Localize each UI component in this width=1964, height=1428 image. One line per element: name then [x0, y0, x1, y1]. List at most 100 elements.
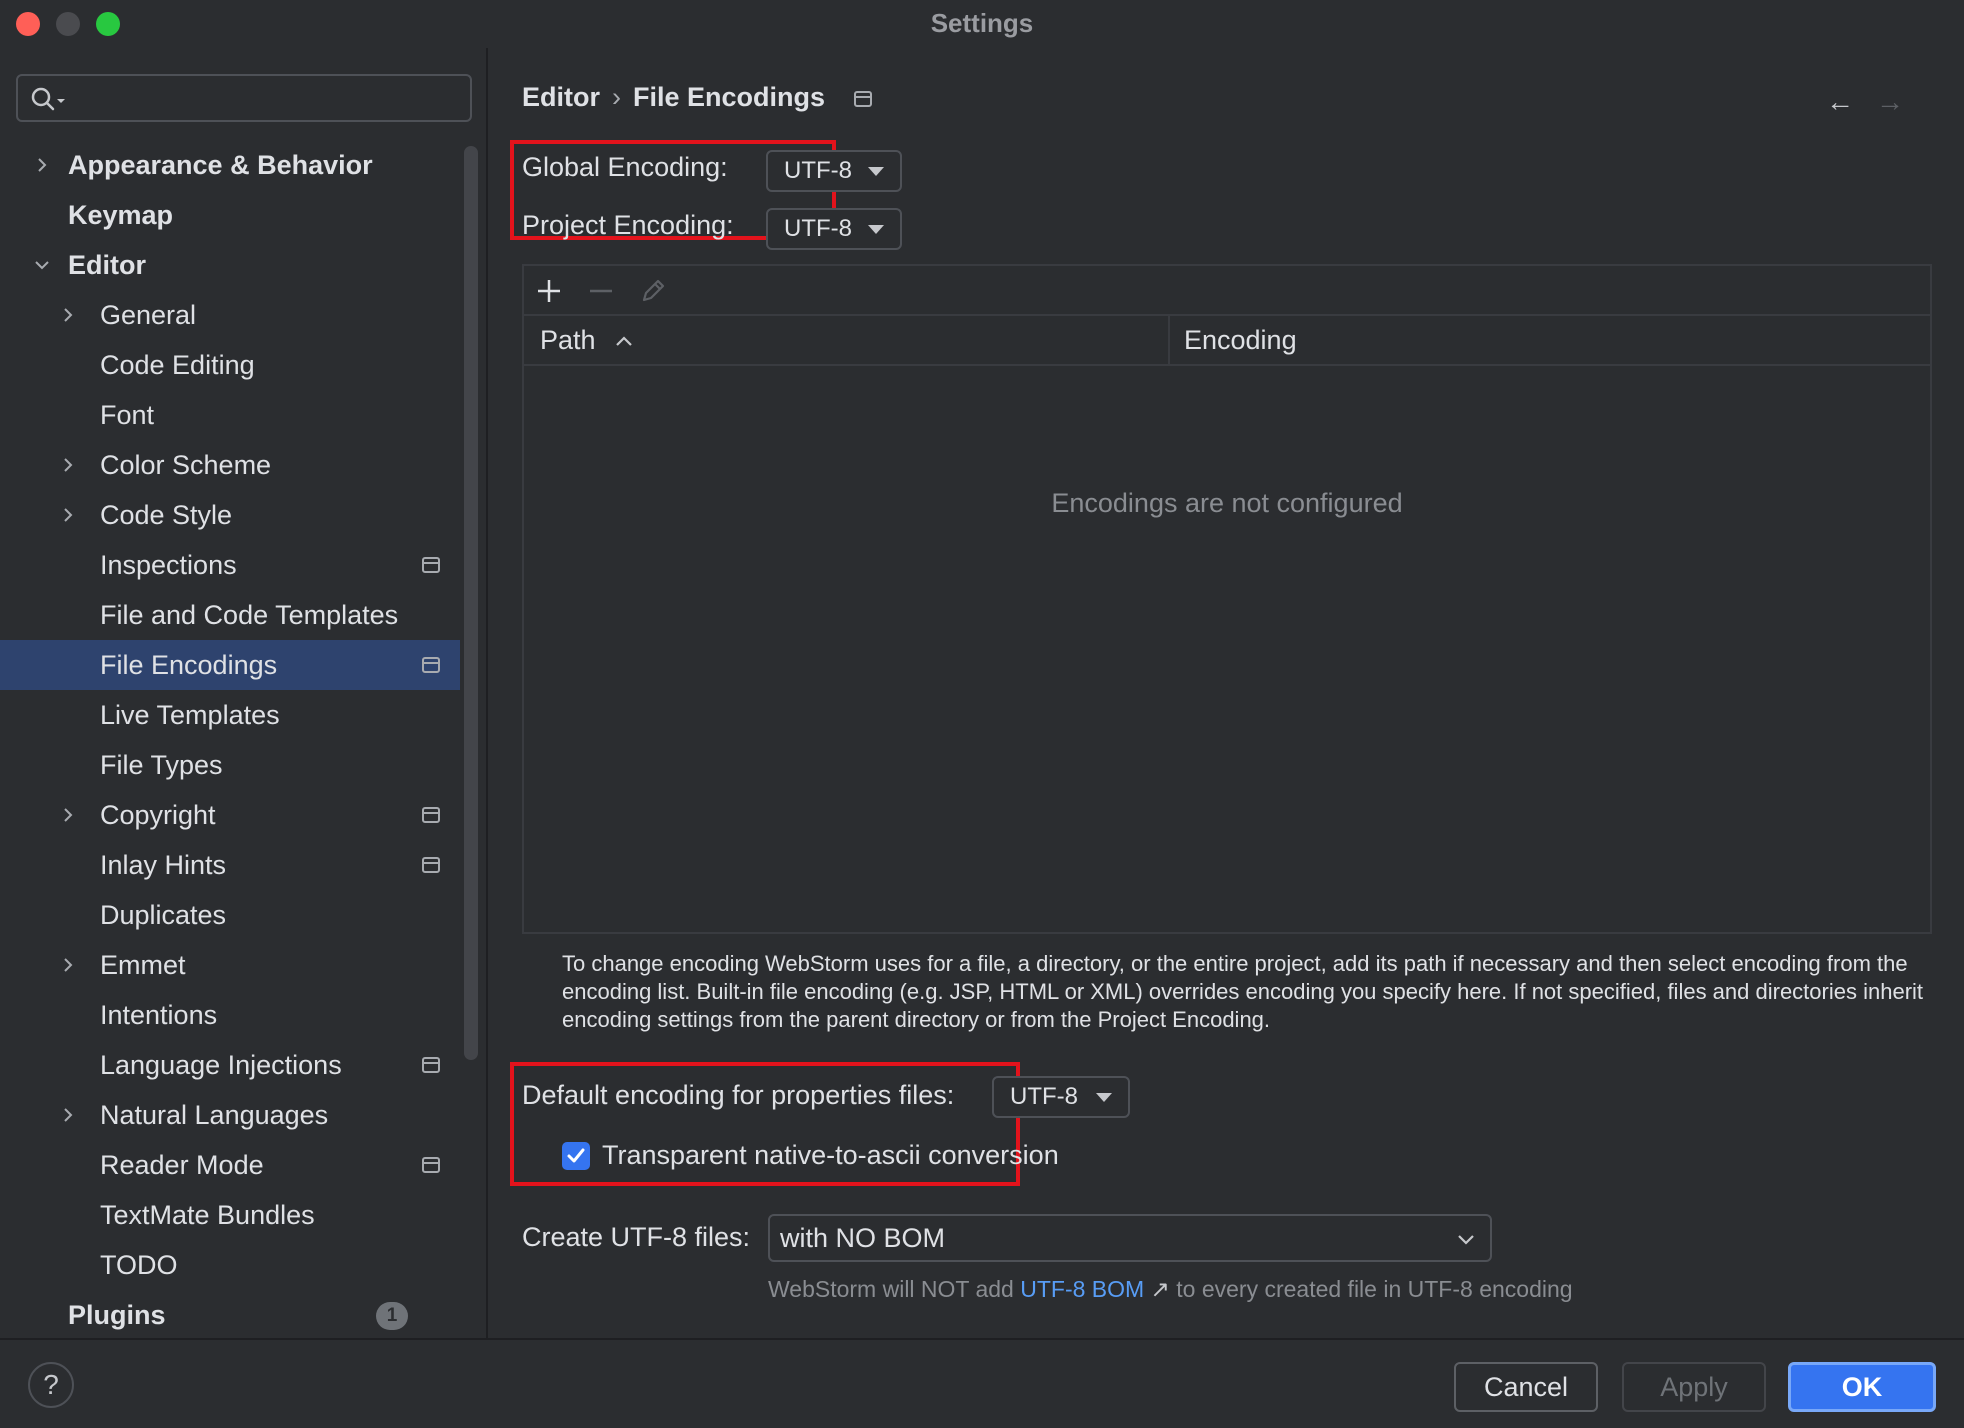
column-divider[interactable] — [1168, 316, 1170, 364]
column-header-path[interactable]: Path — [540, 316, 635, 364]
sidebar-item-keymap[interactable]: Keymap — [0, 190, 460, 240]
sidebar-item-label: TODO — [100, 1250, 178, 1280]
sidebar-item-label: Inlay Hints — [100, 850, 227, 880]
sidebar-item-label: General — [100, 300, 197, 330]
sidebar-item-natural-languages[interactable]: Natural Languages — [0, 1090, 460, 1140]
encoding-help-text: To change encoding WebStorm uses for a f… — [562, 951, 1924, 1032]
chevron-right-icon[interactable] — [34, 157, 50, 173]
column-header-encoding[interactable]: Encoding — [1184, 316, 1297, 364]
sidebar-item-label: Plugins — [68, 1300, 166, 1330]
project-scope-icon — [854, 91, 872, 107]
sidebar-item-label: Natural Languages — [100, 1100, 329, 1130]
native-to-ascii-checkbox[interactable] — [562, 1142, 590, 1170]
sidebar-scrollbar[interactable] — [464, 146, 478, 1060]
sidebar-item-inspections[interactable]: Inspections — [0, 540, 460, 590]
path-encoding-table: Path Encoding Encodings are not configur… — [522, 264, 1932, 934]
edit-icon[interactable] — [636, 274, 670, 308]
table-header: Path Encoding — [524, 316, 1930, 366]
project-encoding-value: UTF-8 — [784, 215, 852, 242]
sidebar-item-code-style[interactable]: Code Style — [0, 490, 460, 540]
sidebar-item-copyright[interactable]: Copyright — [0, 790, 460, 840]
chevron-right-icon[interactable] — [60, 957, 76, 973]
properties-encoding-value: UTF-8 — [1010, 1083, 1078, 1110]
chevron-right-icon[interactable] — [60, 307, 76, 323]
sidebar-item-file-types[interactable]: File Types — [0, 740, 460, 790]
native-to-ascii-label[interactable]: Transparent native-to-ascii conversion — [602, 1140, 1059, 1171]
sidebar-item-editor[interactable]: Editor — [0, 240, 460, 290]
project-encoding-select[interactable]: UTF-8 — [766, 208, 902, 250]
table-empty-text: Encodings are not configured — [1051, 488, 1403, 518]
chevron-right-icon[interactable] — [60, 507, 76, 523]
sidebar-item-font[interactable]: Font — [0, 390, 460, 440]
sidebar-item-label: Live Templates — [100, 700, 280, 730]
sidebar-item-intentions[interactable]: Intentions — [0, 990, 460, 1040]
create-utf8-label: Create UTF-8 files: — [522, 1222, 751, 1252]
settings-search-input[interactable] — [16, 74, 472, 122]
chevron-right-icon[interactable] — [60, 807, 76, 823]
chevron-down-icon — [1096, 1093, 1112, 1102]
settings-window: Settings Appearance & Behavior Keymap Edit… — [0, 0, 1964, 1428]
back-arrow-icon[interactable]: ← — [1826, 88, 1854, 116]
project-scope-icon — [422, 1157, 440, 1173]
chevron-right-icon[interactable] — [60, 1107, 76, 1123]
sidebar-item-color-scheme[interactable]: Color Scheme — [0, 440, 460, 490]
sidebar-item-label: Code Editing — [100, 350, 255, 380]
chevron-down-icon — [1458, 1235, 1474, 1245]
properties-encoding-label: Default encoding for properties files: — [522, 1080, 955, 1110]
sidebar-item-todo[interactable]: TODO — [0, 1240, 460, 1290]
sidebar-item-label: Emmet — [100, 950, 186, 980]
chevron-right-icon[interactable] — [60, 457, 76, 473]
title-bar: Settings — [0, 0, 1964, 48]
sidebar-item-reader-mode[interactable]: Reader Mode — [0, 1140, 460, 1190]
sidebar-item-label: Code Style — [100, 500, 233, 530]
sidebar-item-label: Keymap — [68, 200, 174, 230]
sidebar-item-duplicates[interactable]: Duplicates — [0, 890, 460, 940]
sidebar-item-label: Editor — [68, 250, 146, 280]
sidebar-item-label: Copyright — [100, 800, 216, 830]
dialog-footer: ? Cancel Apply OK — [0, 1338, 1964, 1428]
project-scope-icon — [422, 657, 440, 673]
bom-hint: WebStorm will NOT add UTF-8 BOM ↗ to eve… — [768, 1276, 1573, 1303]
checkmark-icon — [567, 1148, 585, 1163]
sidebar-item-label: File Types — [100, 750, 223, 780]
ok-button[interactable]: OK — [1788, 1362, 1936, 1412]
sidebar-item-label: TextMate Bundles — [100, 1200, 315, 1230]
sidebar-item-file-encodings[interactable]: File Encodings — [0, 640, 460, 690]
project-encoding-label: Project Encoding: — [522, 210, 734, 240]
global-encoding-label: Global Encoding: — [522, 152, 728, 182]
sidebar-item-general[interactable]: General — [0, 290, 460, 340]
breadcrumb-parent[interactable]: Editor — [522, 82, 600, 112]
sidebar-item-label: Inspections — [100, 550, 237, 580]
apply-button[interactable]: Apply — [1622, 1362, 1766, 1412]
cancel-button[interactable]: Cancel — [1454, 1362, 1598, 1412]
project-scope-icon — [422, 557, 440, 573]
project-scope-icon — [422, 857, 440, 873]
chevron-down-icon — [868, 225, 884, 234]
remove-icon[interactable] — [584, 274, 618, 308]
utf8-bom-link[interactable]: UTF-8 BOM — [1020, 1276, 1144, 1302]
sidebar-item-label: Color Scheme — [100, 450, 272, 480]
properties-encoding-select[interactable]: UTF-8 — [992, 1076, 1130, 1118]
table-toolbar — [524, 266, 1930, 316]
sidebar-item-live-templates[interactable]: Live Templates — [0, 690, 460, 740]
help-button[interactable]: ? — [28, 1362, 74, 1408]
global-encoding-select[interactable]: UTF-8 — [766, 150, 902, 192]
bom-hint-before: WebStorm will NOT add — [768, 1276, 1021, 1302]
sidebar-item-code-editing[interactable]: Code Editing — [0, 340, 460, 390]
sidebar-item-plugins[interactable]: Plugins 1 — [0, 1290, 460, 1340]
chevron-down-icon — [868, 167, 884, 176]
sidebar-item-textmate-bundles[interactable]: TextMate Bundles — [0, 1190, 460, 1240]
sidebar-item-emmet[interactable]: Emmet — [0, 940, 460, 990]
external-link-icon[interactable]: ↗ — [1151, 1276, 1170, 1302]
forward-arrow-icon[interactable]: → — [1876, 88, 1904, 116]
bom-hint-after: to every created file in UTF-8 encoding — [1169, 1276, 1573, 1302]
sidebar-item-language-injections[interactable]: Language Injections — [0, 1040, 460, 1090]
update-count-badge: 1 — [376, 1302, 408, 1330]
create-utf8-select[interactable]: with NO BOM — [768, 1214, 1492, 1262]
add-icon[interactable] — [532, 274, 566, 308]
sidebar-item-file-and-code-templates[interactable]: File and Code Templates — [0, 590, 460, 640]
sidebar-item-inlay-hints[interactable]: Inlay Hints — [0, 840, 460, 890]
settings-sidebar: Appearance & Behavior Keymap Editor General… — [0, 48, 488, 1338]
sidebar-item-appearance-behavior[interactable]: Appearance & Behavior — [0, 140, 460, 190]
chevron-down-icon[interactable] — [34, 257, 50, 273]
